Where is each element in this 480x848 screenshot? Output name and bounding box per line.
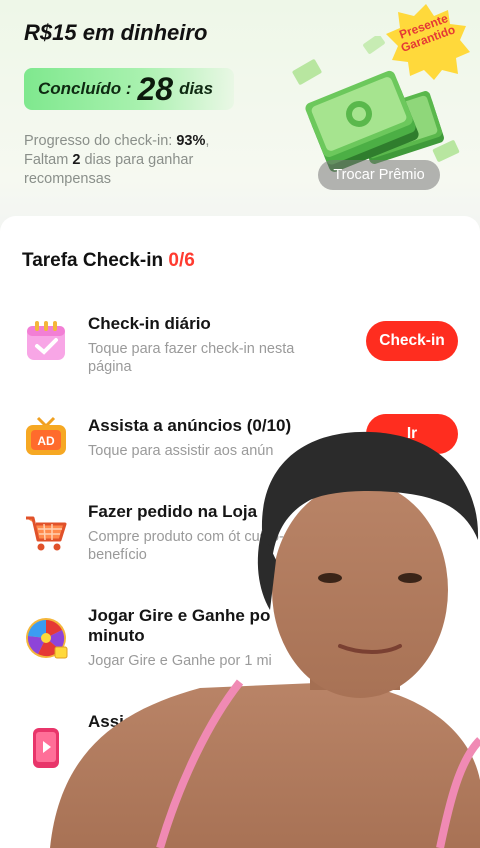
reward-header: R$15 em dinheiro Concluído : 28 dias Pro… [0,0,480,210]
task-daily-checkin: Check-in diário Toque para fazer check-i… [0,296,480,396]
webcam-overlay-person [50,431,480,848]
progress-prefix: Progresso do check-in: [24,133,177,149]
task-title-text: Tarefa Check-in [22,250,169,271]
reward-title: R$15 em dinheiro [24,20,208,45]
checkin-button[interactable]: Check-in [366,321,458,361]
completed-days-unit: dias [179,79,214,98]
task-description: Toque para fazer check-in nesta página [88,341,295,375]
checkin-progress-text: Progresso do check-in: 93%, Faltam 2 dia… [24,132,254,189]
trade-prize-button[interactable]: Trocar Prêmio [318,160,440,190]
completed-label: Concluído : [38,79,132,98]
progress-percent: 93% [176,133,206,149]
task-name: Check-in diário [88,314,211,333]
task-list-title: Tarefa Check-in 0/6 [22,250,195,272]
completed-days-count: 28 [137,70,174,107]
task-progress-count: 0/6 [168,250,195,271]
completed-days-pill: Concluído : 28 dias [24,68,234,110]
calendar-check-icon [27,321,65,360]
